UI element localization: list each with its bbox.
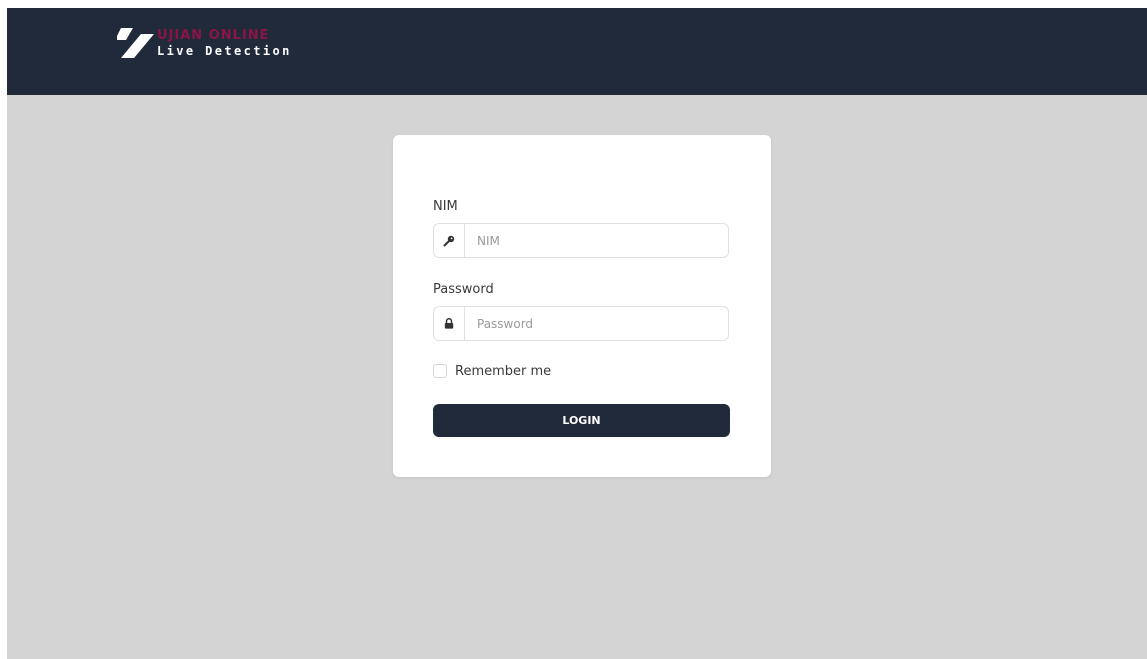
page-background: UJIAN ONLINE Live Detection NIM Password bbox=[7, 8, 1147, 659]
remember-me-label[interactable]: Remember me bbox=[455, 364, 551, 379]
key-icon bbox=[434, 224, 465, 257]
nim-input[interactable] bbox=[465, 224, 723, 257]
login-button[interactable]: LOGIN bbox=[433, 404, 730, 437]
lock-icon bbox=[434, 307, 465, 340]
remember-me-checkbox[interactable] bbox=[433, 364, 447, 378]
brand-subtitle: Live Detection bbox=[157, 44, 292, 58]
brand-logo[interactable]: UJIAN ONLINE Live Detection bbox=[117, 25, 317, 65]
password-label: Password bbox=[433, 282, 494, 297]
password-input-group bbox=[433, 306, 729, 341]
login-card: NIM Password Remember m bbox=[393, 135, 771, 477]
brand-title: UJIAN ONLINE bbox=[157, 28, 270, 43]
remember-me[interactable]: Remember me bbox=[433, 363, 551, 379]
password-input[interactable] bbox=[465, 307, 723, 340]
nim-input-group bbox=[433, 223, 729, 258]
slash-logo-icon bbox=[117, 28, 154, 58]
header-bar: UJIAN ONLINE Live Detection bbox=[7, 8, 1147, 95]
nim-label: NIM bbox=[433, 199, 458, 214]
